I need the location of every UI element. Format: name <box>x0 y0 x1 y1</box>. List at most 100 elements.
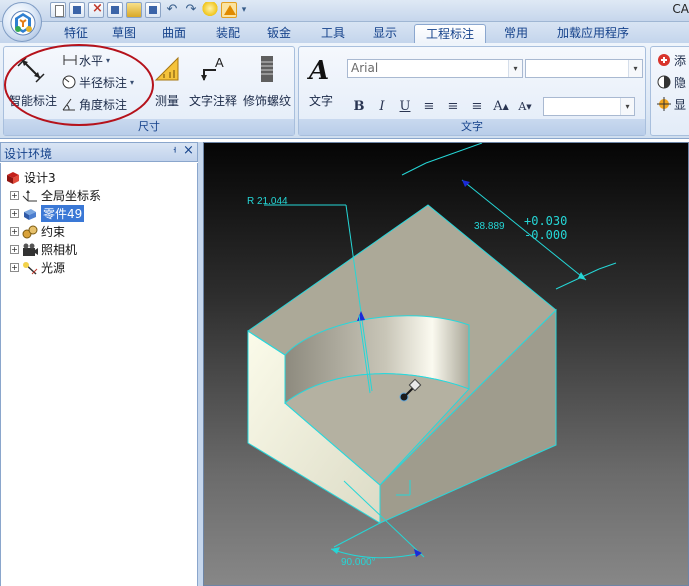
cosmetic-thread-button[interactable]: 修饰螺纹 <box>242 50 292 110</box>
tab-common[interactable]: 常用 <box>494 24 538 43</box>
radius-dimension-label: 半径标注 <box>79 75 128 90</box>
tree-node-camera[interactable]: + 照相机 <box>10 241 77 258</box>
add-icon <box>657 53 671 67</box>
align-center-icon[interactable]: ≡ <box>443 97 463 117</box>
show-label: 显 <box>674 97 687 112</box>
smart-dimension-button[interactable]: 智能标注 <box>6 50 57 110</box>
align-left-icon[interactable]: ≡ <box>419 97 439 117</box>
add-button[interactable]: 添 <box>657 51 686 69</box>
svg-text:A: A <box>215 55 224 70</box>
tree-node-light[interactable]: + 光源 <box>10 259 65 276</box>
new-file-icon[interactable] <box>50 2 66 18</box>
tree-node-label: 光源 <box>41 261 66 275</box>
light-icon <box>22 261 38 275</box>
tab-engineering-annotation[interactable]: 工程标注 <box>414 24 486 43</box>
expand-icon[interactable]: + <box>10 263 19 272</box>
measure-button[interactable]: 测量 <box>150 50 184 110</box>
cosmetic-thread-icon <box>261 56 273 82</box>
text-group: A 文字 Arial ▾ ▾ B I U ≡ ≡ ≡ A▲ A▼ ▾ 文字 <box>298 46 646 136</box>
expand-icon[interactable]: + <box>10 191 19 200</box>
close-file-icon[interactable] <box>88 1 104 18</box>
tab-feature[interactable]: 特征 <box>54 24 98 43</box>
tab-sheet-metal[interactable]: 钣金 <box>257 24 301 43</box>
cosmetic-thread-label: 修饰螺纹 <box>242 94 291 108</box>
add-label: 添 <box>674 53 687 68</box>
tolerance-lower-text: -0.000 <box>524 228 567 242</box>
font-name-combo[interactable]: Arial ▾ <box>347 59 523 78</box>
customize-toolbar-icon[interactable]: ▾ <box>240 2 248 18</box>
camera-icon <box>22 243 38 257</box>
expand-icon[interactable]: + <box>10 209 19 218</box>
font-grow-icon[interactable]: A▲ <box>491 97 511 117</box>
expand-icon[interactable]: + <box>10 227 19 236</box>
horizontal-dimension-button[interactable]: 水平 ▾ <box>62 51 110 69</box>
linear-dimension-text: 38.889 <box>474 221 505 232</box>
font-name-value: Arial <box>351 61 379 75</box>
tree-node-global-axes[interactable]: + 全局坐标系 <box>10 187 101 204</box>
tolerance-upper-text: +0.030 <box>524 214 567 228</box>
application-menu-button[interactable] <box>2 2 42 42</box>
text-annotation-button[interactable]: A 文字注释 <box>188 50 238 110</box>
text-annotation-label: 文字注释 <box>188 94 237 108</box>
bold-button[interactable]: B <box>349 97 369 117</box>
chevron-down-icon: ▾ <box>620 98 634 115</box>
underline-button[interactable]: U <box>395 97 415 117</box>
angle-dimension-text: 90.000° <box>341 557 376 568</box>
radius-dimension-button[interactable]: 半径标注 ▾ <box>62 73 134 91</box>
chevron-down-icon: ▾ <box>130 77 135 87</box>
tree-node-label: 零件49 <box>41 205 85 222</box>
tree-node-label: 约束 <box>41 225 66 239</box>
text-group-label: 文字 <box>299 119 645 135</box>
save-icon[interactable] <box>69 2 85 18</box>
lightbulb-icon[interactable] <box>202 2 218 18</box>
quick-access-toolbar: ↶ ↷ ▾ <box>50 1 248 20</box>
save-as-icon[interactable] <box>107 2 123 18</box>
hide-button[interactable]: 隐 <box>657 73 686 91</box>
chevron-down-icon: ▾ <box>508 60 522 77</box>
part-icon <box>22 207 38 221</box>
text-style-icon: A <box>306 56 329 84</box>
panel-title: 设计环境 <box>4 147 53 161</box>
3d-viewport[interactable]: R 21.044 38.889 +0.030 -0.000 90.000° <box>203 142 689 586</box>
font-shrink-icon[interactable]: A▼ <box>515 97 535 117</box>
tree-node-part[interactable]: + 零件49 <box>10 205 85 222</box>
part-model-drawing: R 21.044 38.889 +0.030 -0.000 90.000° <box>247 143 617 568</box>
tab-add-ins[interactable]: 加载应用程序 <box>548 24 638 43</box>
angle-dimension-icon <box>62 97 76 111</box>
warning-icon[interactable] <box>221 2 237 18</box>
radius-dimension-text: R 21.044 <box>247 196 288 207</box>
angle-dimension-label: 角度标注 <box>79 97 128 112</box>
pin-icon[interactable]: ᅥ <box>167 144 177 160</box>
tree-node-design[interactable]: 设计3 <box>5 169 56 186</box>
style-combo[interactable]: ▾ <box>543 97 635 116</box>
tree-node-constraints[interactable]: + 约束 <box>10 223 65 240</box>
close-icon[interactable]: × <box>183 143 194 158</box>
tab-sketch[interactable]: 草图 <box>104 24 144 43</box>
dimension-group: 智能标注 水平 ▾ 半径标注 ▾ 角度标注 测量 A 文字注释 修饰螺纹 尺寸 <box>3 46 295 136</box>
open-folder-icon[interactable] <box>126 2 142 18</box>
expand-icon[interactable]: + <box>10 245 19 254</box>
axes-icon <box>22 189 38 203</box>
svg-text:A: A <box>306 56 329 84</box>
ribbon: 智能标注 水平 ▾ 半径标注 ▾ 角度标注 测量 A 文字注释 修饰螺纹 尺寸 … <box>0 43 689 139</box>
tab-assembly[interactable]: 装配 <box>206 24 250 43</box>
horizontal-dimension-label: 水平 <box>79 53 104 68</box>
app-logo-icon <box>10 10 36 36</box>
undo-icon[interactable]: ↶ <box>164 2 180 18</box>
show-button[interactable]: 显 <box>657 95 686 113</box>
tab-tools[interactable]: 工具 <box>311 24 355 43</box>
save-all-icon[interactable] <box>145 2 161 18</box>
align-right-icon[interactable]: ≡ <box>467 97 487 117</box>
measure-icon <box>154 56 179 81</box>
text-button[interactable]: A 文字 <box>301 50 341 110</box>
design-icon <box>5 171 21 185</box>
hide-icon <box>657 75 671 89</box>
italic-button[interactable]: I <box>372 97 392 117</box>
redo-icon[interactable]: ↷ <box>183 2 199 18</box>
angle-dimension-button[interactable]: 角度标注 <box>62 95 127 113</box>
font-size-combo[interactable]: ▾ <box>525 59 643 78</box>
dimension-group-label: 尺寸 <box>4 119 294 135</box>
tree-node-label: 照相机 <box>41 243 78 257</box>
tab-surface[interactable]: 曲面 <box>152 24 196 43</box>
tab-display[interactable]: 显示 <box>363 24 407 43</box>
